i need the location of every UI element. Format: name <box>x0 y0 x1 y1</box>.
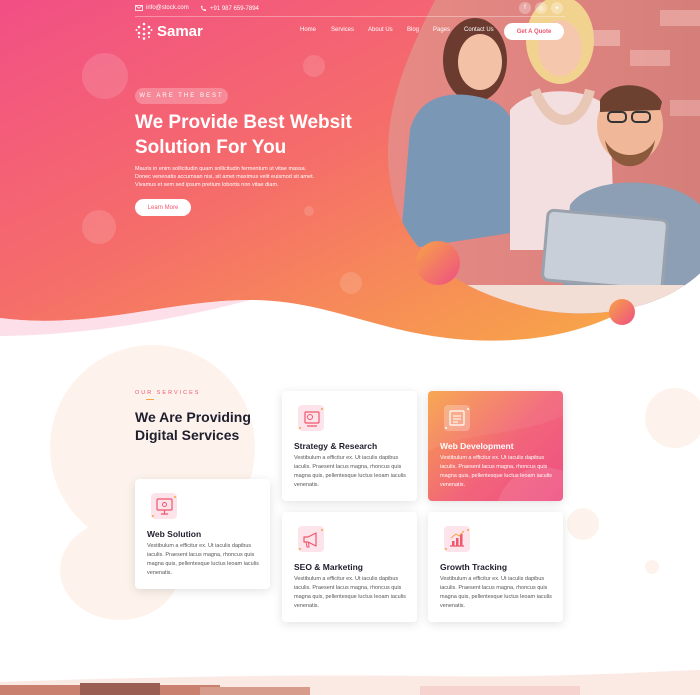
web-solution-icon <box>151 493 177 519</box>
web-development-icon <box>444 405 470 431</box>
next-section-image-strip <box>0 670 700 695</box>
topbar-divider <box>135 16 565 17</box>
nav-item-blog[interactable]: Blog <box>407 27 419 33</box>
services-title-line: We Are Providing <box>135 409 251 425</box>
services-subtitle: OUR SERVICES <box>135 390 201 396</box>
card-title: Web Solution <box>147 529 202 539</box>
card-text: Vestibulum a efficitur ex. Ut iaculis da… <box>294 455 406 488</box>
hero-team-photo <box>388 0 700 314</box>
decorative-circle <box>304 206 314 216</box>
strategy-icon <box>298 405 324 431</box>
hero-description-line: Mauris in enim sollicitudin quam sollici… <box>135 166 307 172</box>
phone-text: +91 987 659-7894 <box>210 5 259 12</box>
hero-description: Mauris in enim sollicitudin quam sollici… <box>135 165 355 190</box>
mail-icon <box>135 5 143 11</box>
learn-more-button[interactable]: Learn More <box>135 199 191 216</box>
top-contact-bar: info@stock.com +91 987 659-7894 <box>135 3 565 16</box>
instagram-icon[interactable]: ◎ <box>535 2 547 14</box>
card-title: Growth Tracking <box>440 562 508 572</box>
service-card-growth-tracking[interactable]: Growth Tracking Vestibulum a efficitur e… <box>428 512 563 622</box>
card-text: Vestibulum a efficitur ex. Ut iaculis da… <box>440 576 552 609</box>
card-text: Vestibulum a efficitur ex. Ut iaculis da… <box>294 576 406 609</box>
subtitle-underline <box>146 399 154 400</box>
growth-chart-icon <box>444 526 470 552</box>
service-card-seo-marketing[interactable]: SEO & Marketing Vestibulum a efficitur e… <box>282 512 417 622</box>
nav-item-about-us[interactable]: About Us <box>368 27 393 33</box>
decorative-ball <box>609 299 635 325</box>
decorative-circle <box>303 55 325 77</box>
background-circle <box>645 388 700 448</box>
megaphone-icon <box>298 526 324 552</box>
service-card-strategy[interactable]: Strategy & Research Vestibulum a efficit… <box>282 391 417 501</box>
twitter-icon[interactable]: ✦ <box>551 2 563 14</box>
facebook-icon[interactable]: f <box>519 2 531 14</box>
hero-title-line: We Provide Best Websit <box>135 112 352 133</box>
hero-section: info@stock.com +91 987 659-7894 f ◎ ✦ Sa… <box>0 0 700 360</box>
card-title: Strategy & Research <box>294 441 378 451</box>
background-circle <box>567 508 599 540</box>
hero-title: We Provide Best Websit Solution For You <box>135 110 385 160</box>
card-text: Vestibulum a efficitur ex. Ut iaculis da… <box>440 455 552 488</box>
hero-title-line: Solution For You <box>135 137 287 158</box>
nav-item-home[interactable]: Home <box>300 27 316 33</box>
hero-description-line: Vivamus et sem sed ipsum pretium loborti… <box>135 182 279 189</box>
card-text: Vestibulum a efficitur ex. Ut iaculis da… <box>147 543 259 576</box>
phone-icon <box>201 5 206 11</box>
nav-item-pages[interactable]: Pages <box>433 27 450 33</box>
nav-item-contact-us[interactable]: Contact Us <box>464 27 494 33</box>
nav-item-services[interactable]: Services <box>331 27 354 33</box>
card-title: SEO & Marketing <box>294 562 363 572</box>
decorative-circle <box>82 53 128 99</box>
background-circle <box>645 560 659 574</box>
phone-contact[interactable]: +91 987 659-7894 <box>200 5 259 12</box>
get-quote-button[interactable]: Get A Quote <box>504 23 564 40</box>
decorative-circle <box>340 272 362 294</box>
brand-logo[interactable]: Samar <box>135 22 203 40</box>
service-card-web-development[interactable]: Web Development Vestibulum a efficitur e… <box>428 391 563 501</box>
hero-description-line: Donec venenatis accumsan nisi, sit amet … <box>135 174 315 181</box>
decorative-circle <box>82 210 116 244</box>
card-title: Web Development <box>440 441 514 451</box>
email-text: info@stock.com <box>146 5 189 11</box>
logo-dots-icon <box>135 22 153 40</box>
email-contact[interactable]: info@stock.com <box>135 5 189 11</box>
service-card-web-solution[interactable]: Web Solution Vestibulum a efficitur ex. … <box>135 479 270 589</box>
brand-name: Samar <box>157 22 203 40</box>
services-title-line: Digital Services <box>135 427 240 443</box>
hero-tagline: WE ARE THE BEST <box>135 88 228 104</box>
services-title: We Are Providing Digital Services <box>135 408 251 444</box>
decorative-ball <box>416 241 460 285</box>
